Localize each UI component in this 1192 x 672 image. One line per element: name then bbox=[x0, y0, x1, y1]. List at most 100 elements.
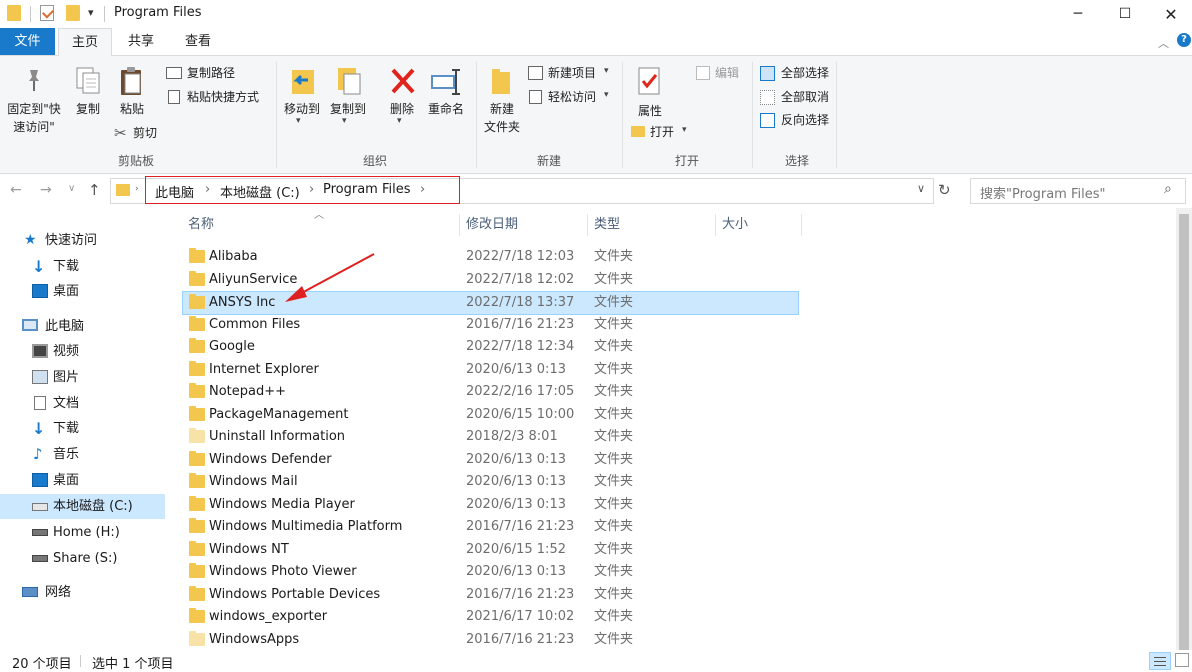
folder-icon bbox=[189, 406, 205, 421]
table-row-selected[interactable]: ANSYS Inc 2022/7/18 13:37 文件夹 bbox=[182, 291, 799, 315]
chevron-right-icon: › bbox=[205, 182, 211, 197]
new-folder-quick-icon[interactable] bbox=[66, 5, 80, 21]
open-label: 打开 bbox=[650, 125, 675, 139]
new-folder-button[interactable]: 新建 文件夹 bbox=[480, 66, 524, 146]
delete-button[interactable]: 删除 ▾ bbox=[384, 66, 420, 136]
forward-button[interactable]: → bbox=[40, 182, 52, 198]
dropdown-arrow-icon: ▾ bbox=[604, 90, 609, 100]
scrollbar-thumb[interactable] bbox=[1179, 214, 1189, 650]
column-header-name[interactable]: 名称 bbox=[188, 208, 458, 242]
table-row[interactable]: Uninstall Information 2018/2/3 8:01 文件夹 bbox=[183, 426, 798, 448]
table-row[interactable]: Windows Mail 2020/6/13 0:13 文件夹 bbox=[183, 471, 798, 493]
close-button[interactable]: ✕ bbox=[1148, 0, 1192, 28]
copy-path-label: 复制路径 bbox=[187, 66, 236, 80]
back-button[interactable]: ← bbox=[10, 182, 22, 198]
nav-share-drive[interactable]: Share (S:) bbox=[0, 546, 165, 571]
dropdown-arrow-icon: ▾ bbox=[296, 116, 301, 126]
nav-documents[interactable]: 文档 bbox=[0, 391, 165, 416]
pictures-icon bbox=[32, 370, 48, 384]
nav-downloads[interactable]: ↓ 下载 bbox=[0, 416, 165, 441]
easy-access-label: 轻松访问 bbox=[548, 90, 597, 104]
folder-icon bbox=[189, 451, 205, 466]
table-row[interactable]: WindowsApps 2016/7/16 21:23 文件夹 bbox=[183, 629, 798, 651]
nav-desktop[interactable]: 桌面 bbox=[0, 468, 165, 493]
document-icon bbox=[34, 396, 46, 410]
nav-this-pc[interactable]: 此电脑 bbox=[0, 314, 165, 339]
customize-quick-access-icon[interactable]: ▾ bbox=[88, 6, 94, 19]
properties-button[interactable]: 属性 bbox=[630, 66, 670, 122]
nav-qa-downloads[interactable]: ↓ 下载 bbox=[0, 254, 165, 279]
column-header-date[interactable]: 修改日期 bbox=[466, 208, 586, 242]
table-row[interactable]: Windows Defender 2020/6/13 0:13 文件夹 bbox=[183, 449, 798, 471]
table-row[interactable]: Windows NT 2020/6/15 1:52 文件夹 bbox=[183, 539, 798, 561]
nav-music[interactable]: ♪ 音乐 bbox=[0, 442, 165, 467]
maximize-button[interactable]: ☐ bbox=[1102, 0, 1148, 28]
paste-label: 粘贴 bbox=[119, 102, 144, 116]
select-group-label: 选择 bbox=[784, 154, 809, 168]
breadcrumb-this-pc[interactable]: 此电脑 bbox=[155, 182, 194, 201]
tab-view[interactable]: 查看 bbox=[174, 28, 222, 55]
help-icon[interactable]: ? bbox=[1177, 33, 1191, 47]
folder-icon bbox=[189, 383, 205, 398]
table-row[interactable]: Windows Photo Viewer 2020/6/13 0:13 文件夹 bbox=[183, 561, 798, 583]
properties-quick-icon[interactable] bbox=[40, 5, 55, 21]
table-row[interactable]: AliyunService 2022/7/18 12:02 文件夹 bbox=[183, 269, 798, 291]
tab-home[interactable]: 主页 bbox=[58, 28, 112, 57]
nav-videos[interactable]: 视频 bbox=[0, 339, 165, 364]
open-group-label: 打开 bbox=[674, 154, 699, 168]
breadcrumb-program-files[interactable]: Program Files bbox=[323, 182, 411, 197]
copy-button[interactable]: 复制 bbox=[70, 66, 106, 126]
paste-icon bbox=[121, 67, 141, 95]
folder-icon bbox=[189, 271, 205, 286]
tab-share[interactable]: 共享 bbox=[118, 28, 164, 55]
copy-to-icon bbox=[338, 68, 361, 95]
table-row[interactable]: Common Files 2016/7/16 21:23 文件夹 bbox=[183, 314, 798, 336]
cut-label: 剪切 bbox=[133, 126, 158, 140]
folder-icon bbox=[189, 473, 205, 488]
table-row[interactable]: Windows Multimedia Platform 2016/7/16 21:… bbox=[183, 516, 798, 538]
table-row[interactable]: Alibaba 2022/7/18 12:03 文件夹 bbox=[183, 246, 798, 268]
up-button[interactable]: ↑ bbox=[88, 181, 101, 199]
move-to-button[interactable]: 移动到 ▾ bbox=[280, 66, 324, 136]
search-input[interactable]: 搜索"Program Files" ⌕ bbox=[970, 178, 1186, 204]
table-row[interactable]: Notepad++ 2022/2/16 17:05 文件夹 bbox=[183, 381, 798, 403]
address-input[interactable]: › 此电脑 › 本地磁盘 (C:) › Program Files › ∨ bbox=[110, 176, 934, 204]
nav-local-disk[interactable]: 本地磁盘 (C:) bbox=[0, 494, 165, 519]
table-row[interactable]: Windows Portable Devices 2016/7/16 21:23 文… bbox=[183, 584, 798, 606]
table-row[interactable]: Windows Media Player 2020/6/13 0:13 文件夹 bbox=[183, 494, 798, 516]
rename-button[interactable]: 重命名 bbox=[424, 66, 468, 136]
collapse-ribbon-icon[interactable]: ︿ bbox=[1158, 35, 1169, 51]
nav-pictures[interactable]: 图片 bbox=[0, 365, 165, 390]
tab-file[interactable]: 文件 bbox=[0, 28, 55, 55]
nav-qa-desktop[interactable]: 桌面 bbox=[0, 279, 165, 304]
breadcrumb-local-disk[interactable]: 本地磁盘 (C:) bbox=[220, 182, 300, 201]
nav-network[interactable]: 网络 bbox=[0, 580, 165, 605]
navigation-pane: ★ 快速访问 ↓ 下载 桌面 此电脑 视频 图片 文档 ↓ 下载 ♪ 音乐 桌面… bbox=[0, 208, 166, 650]
table-row[interactable]: Internet Explorer 2020/6/13 0:13 文件夹 bbox=[183, 359, 798, 381]
scissors-icon: ✂ bbox=[114, 124, 127, 142]
recent-locations-button[interactable]: ∨ bbox=[68, 183, 75, 194]
nav-quick-access[interactable]: ★ 快速访问 bbox=[0, 228, 165, 253]
copy-to-button[interactable]: 复制到 ▾ bbox=[326, 66, 370, 136]
large-icons-view-button[interactable] bbox=[1175, 653, 1189, 667]
new-group-label: 新建 bbox=[536, 154, 561, 168]
folder-icon bbox=[7, 5, 21, 21]
table-row[interactable]: windows_exporter 2021/6/17 10:02 文件夹 bbox=[183, 606, 798, 628]
pin-quick-access-button[interactable]: 固定到"快速访问" bbox=[2, 66, 66, 140]
refresh-button[interactable]: ↻ bbox=[938, 181, 951, 199]
details-view-button[interactable] bbox=[1149, 652, 1171, 670]
music-note-icon: ♪ bbox=[33, 445, 43, 463]
table-row[interactable]: PackageManagement 2020/6/15 10:00 文件夹 bbox=[183, 404, 798, 426]
paste-button[interactable]: 粘贴 bbox=[112, 66, 152, 126]
table-row[interactable]: Google 2022/7/18 12:34 文件夹 bbox=[183, 336, 798, 358]
properties-label: 属性 bbox=[637, 104, 662, 118]
clipboard-group-label: 剪贴板 bbox=[117, 154, 154, 168]
address-dropdown-button[interactable]: ∨ bbox=[917, 182, 925, 195]
copy-icon bbox=[76, 67, 100, 94]
minimize-button[interactable]: ─ bbox=[1055, 0, 1101, 28]
item-count: 20 个项目 bbox=[12, 657, 72, 672]
folder-icon bbox=[189, 608, 205, 623]
column-header-size[interactable]: 大小 bbox=[722, 208, 800, 242]
column-header-type[interactable]: 类型 bbox=[594, 208, 714, 242]
nav-home-drive[interactable]: Home (H:) bbox=[0, 520, 165, 545]
